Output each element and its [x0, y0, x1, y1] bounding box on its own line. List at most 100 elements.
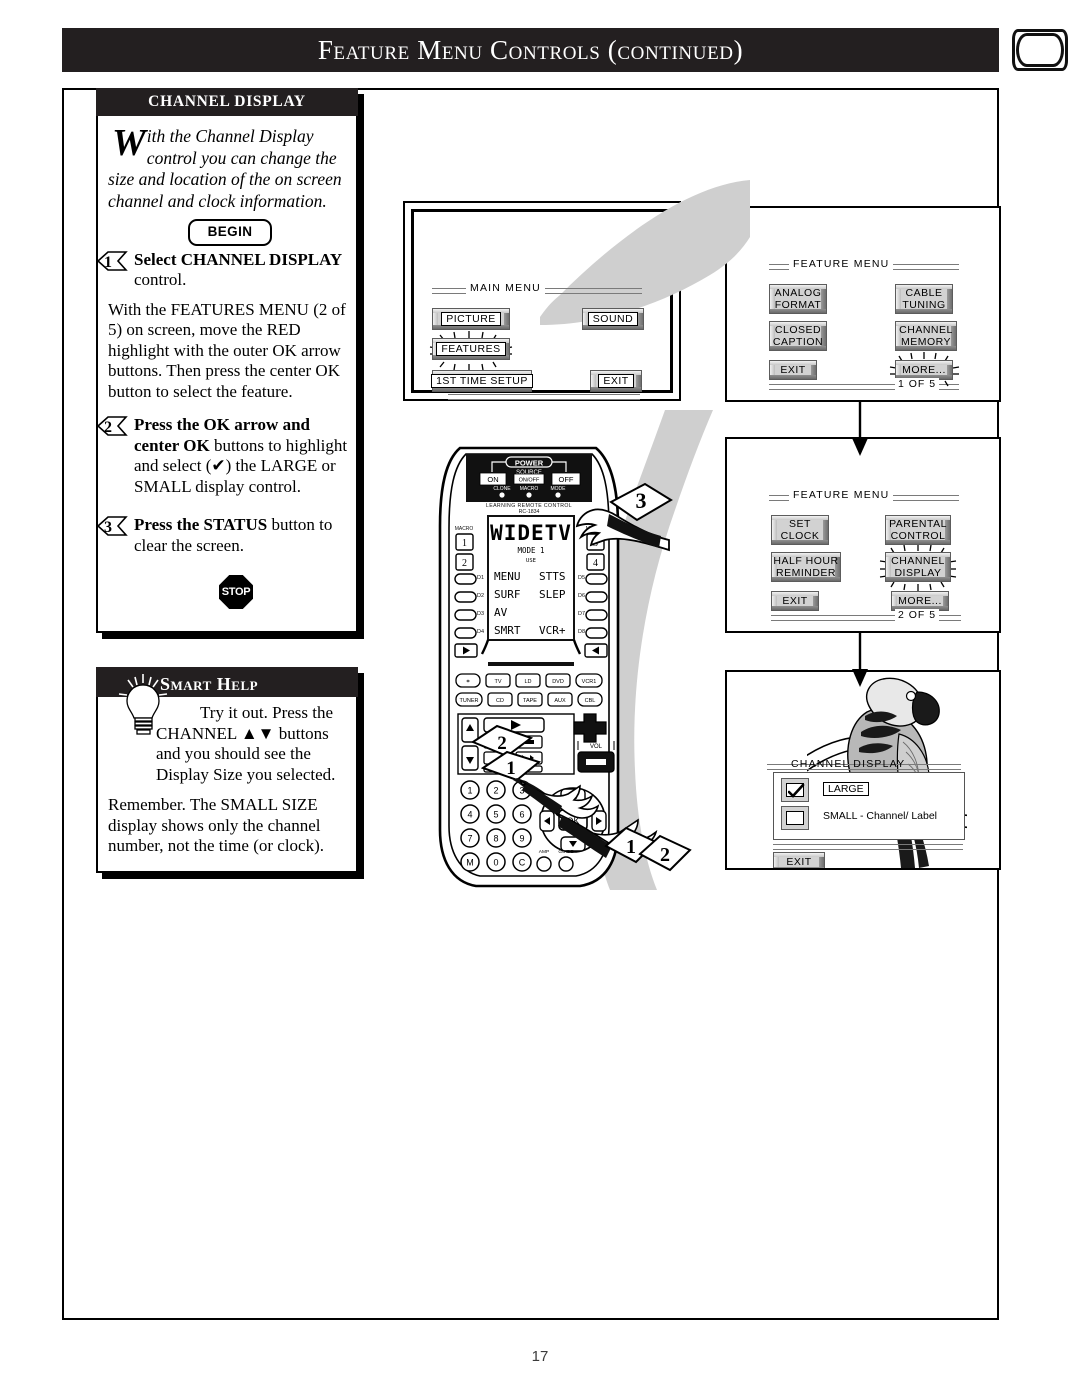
remote-lcd-key-smrt: SMRT [494, 624, 521, 637]
step-2: 2 Press the OK arrow and center OK butto… [96, 415, 352, 497]
osd-button-more-fm1-label: MORE... [902, 364, 946, 376]
svg-text:8: 8 [493, 834, 498, 844]
svg-text:CD: CD [496, 698, 504, 704]
osd-button-set-clock-line1: SET [789, 518, 811, 530]
feature-menu-1-screen: FEATURE MENU ANALOG FORMAT CABLE TUNING … [725, 206, 1001, 402]
osd-button-more-fm2-label: MORE... [898, 595, 942, 607]
option-large-checkbox[interactable] [781, 778, 809, 802]
osd-button-channel-display[interactable]: CHANNEL DISPLAY [885, 552, 951, 582]
feature-menu-1-title: FEATURE MENU [789, 258, 894, 270]
step-1-rest: control. [134, 270, 187, 289]
osd-button-channel-memory-line1: CHANNEL [899, 324, 953, 336]
osd-button-parental-control[interactable]: PARENTAL CONTROL [885, 515, 951, 545]
svg-text:VCR1: VCR1 [582, 679, 597, 685]
osd-button-analog-format[interactable]: ANALOG FORMAT [769, 284, 827, 314]
svg-text:1: 1 [467, 786, 472, 796]
feature-menu-2-screen: FEATURE MENU SET CLOCK PARENTAL CONTROL … [725, 437, 1001, 633]
svg-text:DVD: DVD [552, 679, 564, 685]
svg-text:3: 3 [104, 519, 112, 536]
begin-badge: BEGIN [188, 219, 272, 246]
intro-paragraph: With the Channel Display control you can… [108, 122, 352, 212]
callout-2-bottom-number: 2 [660, 844, 670, 866]
svg-text:5: 5 [493, 810, 498, 820]
remote-d7-button [585, 609, 608, 621]
step-1-text: Select CHANNEL DISPLAY control. [134, 250, 342, 290]
tv-screen-icon [1012, 29, 1068, 71]
remote-indicator-clone: CLONE [493, 486, 511, 492]
svg-text:C: C [519, 858, 526, 868]
callout-3-number: 3 [636, 488, 647, 513]
remote-lcd-key-stts: STTS [539, 570, 566, 583]
main-menu-title: MAIN MENU [466, 282, 545, 294]
svg-text:AUX: AUX [554, 698, 566, 704]
svg-text:TV: TV [494, 679, 501, 685]
svg-text:TUNER: TUNER [460, 698, 479, 704]
remote-d6-button [585, 591, 608, 603]
remote-lcd-use: USE [526, 558, 536, 564]
osd-button-first-time-setup-label: 1ST TIME SETUP [431, 374, 533, 388]
callout-2-ok-arrow-bottom: 2 [638, 834, 692, 872]
smart-help-title: Smart Help [160, 674, 259, 694]
remote-indicator-mode: MODE [551, 486, 567, 492]
osd-button-channel-memory[interactable]: CHANNEL MEMORY [895, 321, 957, 351]
osd-button-exit-channel-display[interactable]: EXIT [773, 852, 825, 868]
osd-button-cable-tuning-line1: CABLE [905, 287, 943, 299]
osd-button-exit-fm1-label: EXIT [780, 364, 806, 376]
remote-lcd-id-d6: D6 [578, 593, 585, 599]
remote-lcd-key-menu: MENU [494, 570, 521, 583]
osd-button-exit-fm1[interactable]: EXIT [769, 360, 817, 380]
remote-power-on-label: ON [487, 475, 498, 484]
remote-amp-label: AMP [539, 849, 549, 855]
osd-button-more-fm1[interactable]: MORE... [895, 360, 953, 380]
channel-display-bottom-rule [773, 844, 963, 850]
osd-button-sound-label: SOUND [587, 312, 639, 326]
osd-button-set-clock[interactable]: SET CLOCK [771, 515, 829, 545]
svg-text:4: 4 [593, 558, 598, 569]
remote-indicator-macro: MACRO [520, 486, 539, 492]
intro-dropcap: W [112, 122, 146, 164]
osd-button-more-fm2[interactable]: MORE... [891, 591, 949, 611]
channel-display-title: CHANNEL DISPLAY [791, 758, 906, 770]
remote-d4-button [454, 627, 477, 639]
step-1-bold: Select CHANNEL DISPLAY [134, 249, 343, 269]
remote-source-onoff-label: ON/OFF [519, 478, 540, 484]
osd-button-exit-channel-display-label: EXIT [786, 856, 812, 868]
osd-button-picture-label: PICTURE [441, 312, 501, 326]
remote-lcd-key-av: AV [494, 606, 508, 619]
osd-button-exit-main[interactable]: EXIT [590, 370, 642, 392]
option-small-label: SMALL - Channel/ Label [823, 810, 938, 822]
stop-sign-icon: STOP [219, 575, 253, 609]
option-small-checkbox[interactable] [781, 806, 809, 830]
remote-lcd-id-d2: D2 [477, 593, 484, 599]
page-title: Feature Menu Controls (continued) [317, 35, 744, 65]
osd-button-cable-tuning[interactable]: CABLE TUNING [895, 284, 953, 314]
svg-text:7: 7 [467, 834, 472, 844]
remote-d5-button [585, 573, 608, 585]
osd-button-first-time-setup[interactable]: 1ST TIME SETUP [431, 370, 533, 392]
osd-button-parental-control-line2: CONTROL [890, 530, 946, 542]
remote-lcd-key-vcrplus: VCR+ [539, 624, 566, 637]
svg-text:1: 1 [104, 254, 112, 271]
osd-button-cable-tuning-line2: TUNING [902, 299, 946, 311]
remote-lcd-brand: WIDETV [490, 521, 572, 545]
osd-button-features[interactable]: FEATURES [432, 338, 510, 360]
svg-text:4: 4 [467, 810, 472, 820]
option-large-label: LARGE [823, 782, 869, 796]
remote-d1-button [454, 573, 477, 585]
osd-button-exit-fm2[interactable]: EXIT [771, 591, 819, 611]
remote-power-label: POWER [515, 459, 544, 468]
step-1: 1 Select CHANNEL DISPLAY control. [96, 250, 352, 291]
svg-text:2: 2 [462, 558, 467, 569]
arrow-fm1-to-fm2 [852, 400, 868, 456]
osd-button-half-hour-reminder[interactable]: HALF HOUR REMINDER [771, 552, 841, 582]
osd-button-closed-caption[interactable]: CLOSED CAPTION [769, 321, 827, 351]
svg-text:⌗: ⌗ [466, 679, 469, 685]
osd-button-sound[interactable]: SOUND [582, 308, 644, 330]
osd-button-exit-main-label: EXIT [598, 374, 634, 388]
instruction-panel-body: With the Channel Display control you can… [96, 120, 352, 556]
instruction-panel-title: CHANNEL DISPLAY [96, 88, 358, 116]
osd-button-closed-caption-line2: CAPTION [772, 336, 824, 348]
osd-button-half-hour-reminder-line2: REMINDER [775, 567, 836, 579]
remote-macro-label-left: MACRO [455, 526, 474, 532]
osd-button-picture[interactable]: PICTURE [432, 308, 510, 330]
